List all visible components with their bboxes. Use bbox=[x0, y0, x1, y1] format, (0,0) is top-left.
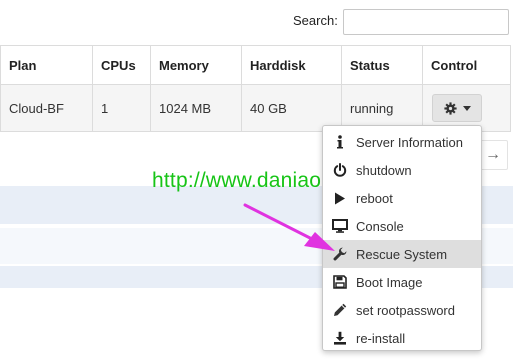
column-header-control: Control bbox=[422, 45, 511, 85]
menu-item-label: shutdown bbox=[356, 162, 412, 178]
menu-item-set-rootpassword[interactable]: set rootpassword bbox=[323, 296, 481, 324]
gear-icon bbox=[443, 101, 457, 115]
power-icon bbox=[332, 162, 348, 178]
control-dropdown-button[interactable] bbox=[432, 94, 482, 122]
search-label: Search: bbox=[293, 13, 338, 28]
cell-memory: 1024 MB bbox=[150, 84, 242, 132]
cell-plan: Cloud-BF bbox=[0, 84, 93, 132]
menu-item-shutdown[interactable]: shutdown bbox=[323, 156, 481, 184]
search-input[interactable] bbox=[343, 9, 509, 35]
menu-item-label: reboot bbox=[356, 190, 393, 206]
wrench-icon bbox=[332, 246, 348, 262]
menu-item-label: Server Information bbox=[356, 134, 463, 150]
plans-table: Plan CPUs Memory Harddisk Status Control… bbox=[0, 45, 511, 132]
control-dropdown-menu: Server Information shutdown reboot Conso… bbox=[322, 125, 482, 351]
menu-item-reboot[interactable]: reboot bbox=[323, 184, 481, 212]
table-header-row: Plan CPUs Memory Harddisk Status Control bbox=[0, 45, 511, 85]
info-icon bbox=[332, 134, 348, 150]
menu-item-label: Boot Image bbox=[356, 274, 423, 290]
menu-item-label: re-install bbox=[356, 330, 406, 346]
menu-item-label: Rescue System bbox=[356, 246, 448, 262]
menu-item-re-install[interactable]: re-install bbox=[323, 324, 481, 352]
next-page-button[interactable]: → bbox=[478, 140, 508, 170]
column-header-plan[interactable]: Plan bbox=[0, 45, 93, 85]
monitor-icon bbox=[332, 218, 348, 234]
floppy-icon bbox=[332, 274, 348, 290]
menu-item-boot-image[interactable]: Boot Image bbox=[323, 268, 481, 296]
menu-item-label: Console bbox=[356, 218, 404, 234]
menu-item-server-information[interactable]: Server Information bbox=[323, 128, 481, 156]
menu-item-label: set rootpassword bbox=[356, 302, 455, 318]
column-header-harddisk[interactable]: Harddisk bbox=[241, 45, 342, 85]
download-icon bbox=[332, 330, 348, 346]
pencil-icon bbox=[332, 302, 348, 318]
play-icon bbox=[332, 190, 348, 206]
column-header-status[interactable]: Status bbox=[341, 45, 423, 85]
menu-item-console[interactable]: Console bbox=[323, 212, 481, 240]
cell-cpus: 1 bbox=[92, 84, 151, 132]
column-header-cpus[interactable]: CPUs bbox=[92, 45, 151, 85]
column-header-memory[interactable]: Memory bbox=[150, 45, 242, 85]
menu-item-rescue-system[interactable]: Rescue System bbox=[323, 240, 481, 268]
caret-down-icon bbox=[462, 105, 471, 111]
